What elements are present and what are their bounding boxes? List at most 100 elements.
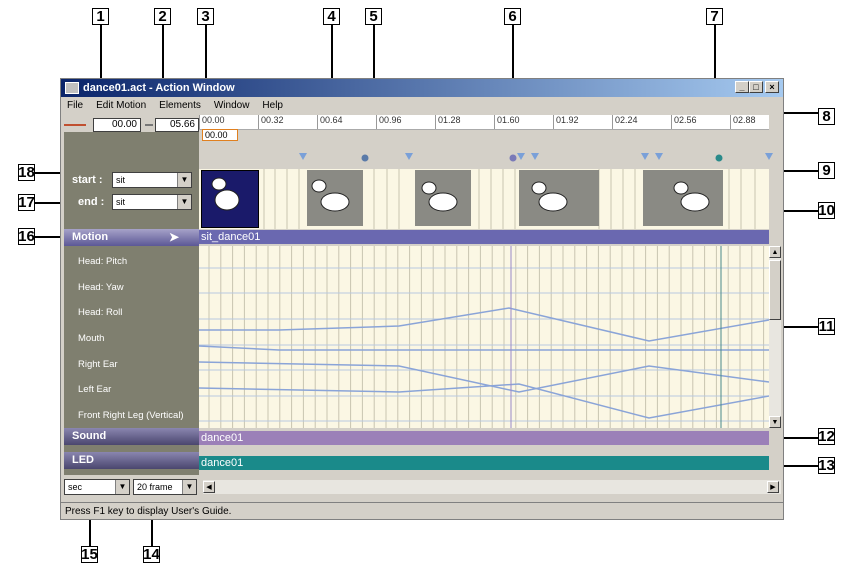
ruler-tick: 02.24 <box>612 115 638 129</box>
minimize-button[interactable]: _ <box>735 81 749 93</box>
keyframe-marker-row[interactable] <box>179 151 779 165</box>
ruler-tick: 00.00 <box>199 115 225 129</box>
menu-file[interactable]: File <box>67 100 83 111</box>
callout-14: 14 <box>143 546 160 563</box>
callout-8: 8 <box>818 108 835 125</box>
callout-17: 17 <box>18 194 35 211</box>
keyframe-marker <box>405 153 413 160</box>
menu-elements[interactable]: Elements <box>159 100 201 111</box>
callout-3: 3 <box>197 8 214 25</box>
motion-arrow-icon: ➤ <box>168 230 179 244</box>
status-bar: Press F1 key to display User's Guide. <box>61 502 783 519</box>
sound-track-bar[interactable]: dance01 <box>199 431 769 445</box>
scroll-up-icon[interactable]: ▲ <box>769 246 781 258</box>
row-label-head-pitch: Head: Pitch <box>78 256 128 267</box>
frame-rate-value: 20 frame <box>137 482 173 492</box>
scroll-left-icon[interactable]: ◀ <box>203 481 215 493</box>
pose-thumbnail-strip[interactable] <box>199 169 769 229</box>
callout-2: 2 <box>154 8 171 25</box>
callout-5: 5 <box>365 8 382 25</box>
callout-9: 9 <box>818 162 835 179</box>
frame-rate-select[interactable]: 20 frame ▼ <box>133 479 197 495</box>
action-window: dance01.act - Action Window _ □ × File E… <box>60 78 784 520</box>
ruler-tick: 01.28 <box>435 115 461 129</box>
row-label-head-roll: Head: Roll <box>78 307 123 318</box>
callout-11: 11 <box>818 318 835 335</box>
row-label-front-right-leg: Front Right Leg (Vertical) <box>78 410 184 421</box>
time-unit-value: sec <box>68 482 83 492</box>
menu-edit-motion[interactable]: Edit Motion <box>96 100 146 111</box>
led-track-bar[interactable]: dance01 <box>199 456 769 470</box>
motion-curve-grid[interactable] <box>199 246 769 428</box>
callout-4: 4 <box>323 8 340 25</box>
ruler-tick: 00.32 <box>258 115 284 129</box>
scroll-right-icon[interactable]: ▶ <box>767 481 779 493</box>
robot-dog-icons <box>211 177 710 212</box>
callout-10: 10 <box>818 202 835 219</box>
ruler-tick: 02.56 <box>671 115 697 129</box>
end-time-field[interactable]: 05.66 <box>155 118 199 132</box>
row-label-mouth: Mouth <box>78 333 105 344</box>
keyframe-marker <box>655 153 663 160</box>
callout-12: 12 <box>818 428 835 445</box>
chevron-down-icon[interactable]: ▼ <box>177 195 191 209</box>
callout-16: 16 <box>18 228 35 245</box>
motion-track-header[interactable]: Motion ➤ <box>64 229 199 246</box>
motion-track-bar[interactable]: sit_dance01 <box>199 230 769 244</box>
callout-7: 7 <box>706 8 723 25</box>
row-label-right-ear: Right Ear <box>78 359 118 370</box>
end-label: end : <box>78 196 105 208</box>
time-ruler[interactable]: 00.00 00.32 00.64 00.96 01.28 01.60 01.9… <box>199 115 769 130</box>
track-label-panel: start : sit ▼ end : sit ▼ Motion ➤ Head: P… <box>64 132 199 475</box>
callout-15: 15 <box>81 546 98 563</box>
keyframe-marker <box>509 154 517 162</box>
curve-canvas <box>199 246 769 428</box>
keyframe-marker <box>299 153 307 160</box>
callout-6: 6 <box>504 8 521 25</box>
maximize-button[interactable]: □ <box>749 81 763 93</box>
chevron-down-icon[interactable]: ▼ <box>115 480 129 494</box>
ruler-tick: 02.88 <box>730 115 756 129</box>
current-time-box: 00.00 <box>202 129 238 141</box>
app-icon <box>65 82 79 94</box>
leader-8 <box>778 112 818 114</box>
menu-window[interactable]: Window <box>214 100 250 111</box>
callout-18: 18 <box>18 164 35 181</box>
menu-help[interactable]: Help <box>262 100 283 111</box>
row-label-left-ear: Left Ear <box>78 384 112 395</box>
close-button[interactable]: × <box>765 81 779 93</box>
row-label-head-yaw: Head: Yaw <box>78 282 124 293</box>
scroll-thumb[interactable] <box>769 260 781 320</box>
menu-bar: File Edit Motion Elements Window Help <box>61 97 783 114</box>
keyframe-marker <box>765 153 773 160</box>
motion-label: Motion <box>72 231 109 243</box>
callout-1: 1 <box>92 8 109 25</box>
ruler-tick: 01.92 <box>553 115 579 129</box>
ruler-tick: 00.64 <box>317 115 343 129</box>
start-pose-select[interactable]: sit ▼ <box>112 172 192 188</box>
end-pose-select[interactable]: sit ▼ <box>112 194 192 210</box>
chevron-down-icon[interactable]: ▼ <box>182 480 196 494</box>
scroll-down-icon[interactable]: ▼ <box>769 416 781 428</box>
vertical-scrollbar[interactable]: ▲ ▼ <box>769 246 781 428</box>
end-pose-value: sit <box>116 197 125 207</box>
span-line-icon <box>145 124 153 126</box>
chevron-down-icon[interactable]: ▼ <box>177 173 191 187</box>
keyframe-marker <box>361 154 369 162</box>
title-bar[interactable]: dance01.act - Action Window _ □ × <box>61 79 783 97</box>
keyframe-marker <box>517 153 525 160</box>
window-title: dance01.act - Action Window <box>83 82 235 94</box>
keyframe-marker <box>715 154 723 162</box>
start-label: start : <box>72 174 103 186</box>
start-pose-value: sit <box>116 175 125 185</box>
time-unit-select[interactable]: sec ▼ <box>64 479 130 495</box>
horizontal-scrollbar[interactable]: ◀ ▶ <box>203 480 781 494</box>
led-track-header[interactable]: LED <box>64 452 199 469</box>
sound-track-header[interactable]: Sound <box>64 428 199 445</box>
callout-13: 13 <box>818 457 835 474</box>
ruler-tick: 01.60 <box>494 115 520 129</box>
ruler-tick: 00.96 <box>376 115 402 129</box>
start-marker-icon <box>64 124 86 126</box>
keyframe-marker <box>641 153 649 160</box>
start-time-field[interactable]: 00.00 <box>93 118 141 132</box>
